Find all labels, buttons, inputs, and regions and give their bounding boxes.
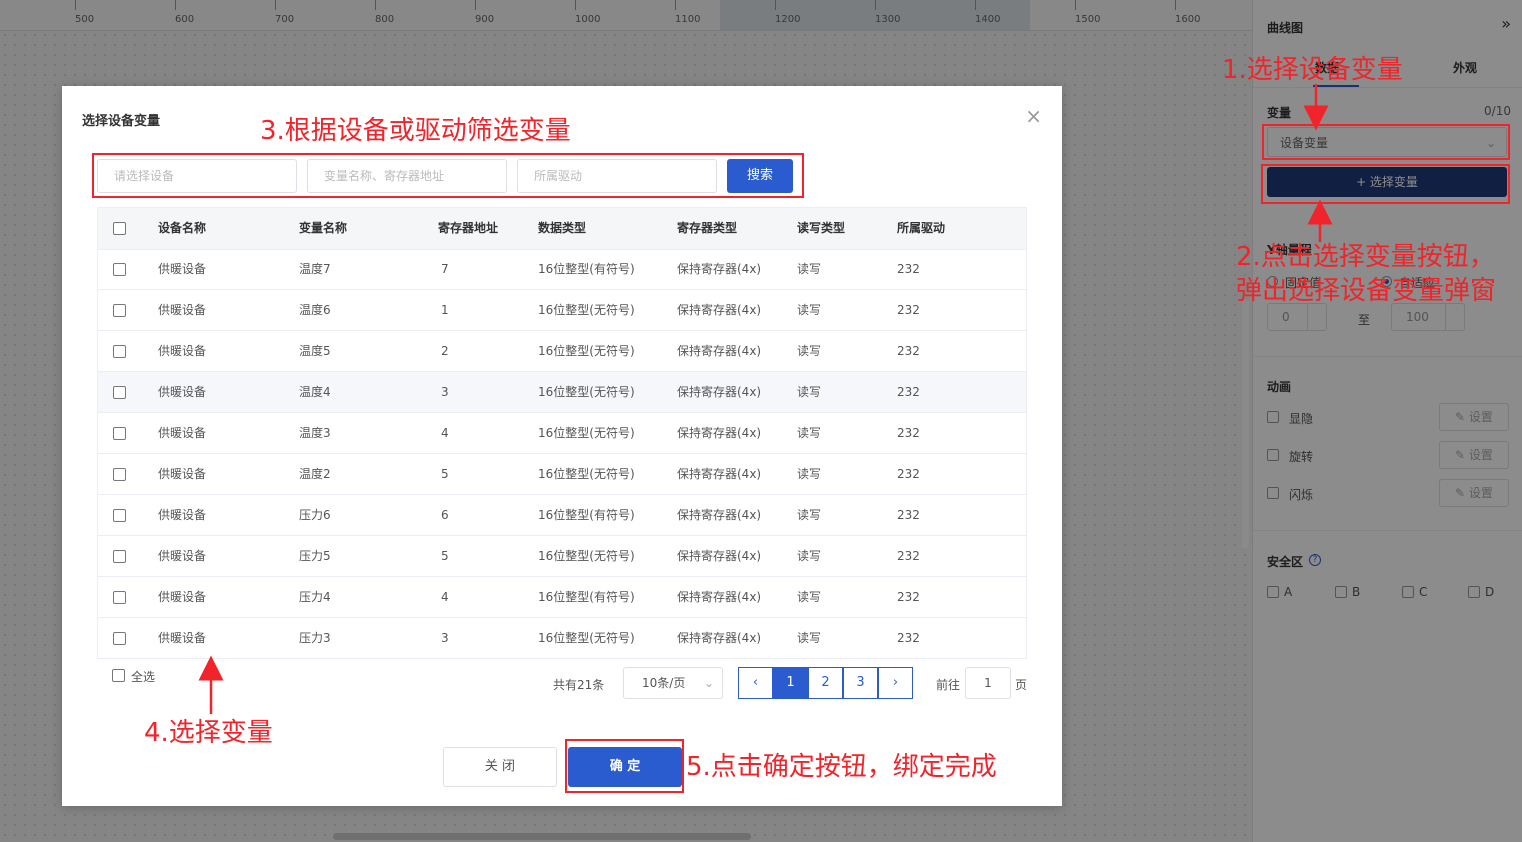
- annotation-step3: 3.根据设备或驱动筛选变量: [260, 116, 571, 146]
- annotation-step2-line1: 2.点击选择变量按钮，: [1236, 242, 1495, 272]
- annotation-step5: 5.点击确定按钮，绑定完成: [686, 752, 997, 782]
- annotation-step4: 4.选择变量: [144, 718, 273, 748]
- annotation-arrows: [198, 84, 1333, 714]
- annotation-step2-line2: 弹出选择设备变量弹窗: [1236, 276, 1497, 306]
- annotation-step1: 1.选择设备变量: [1222, 55, 1403, 85]
